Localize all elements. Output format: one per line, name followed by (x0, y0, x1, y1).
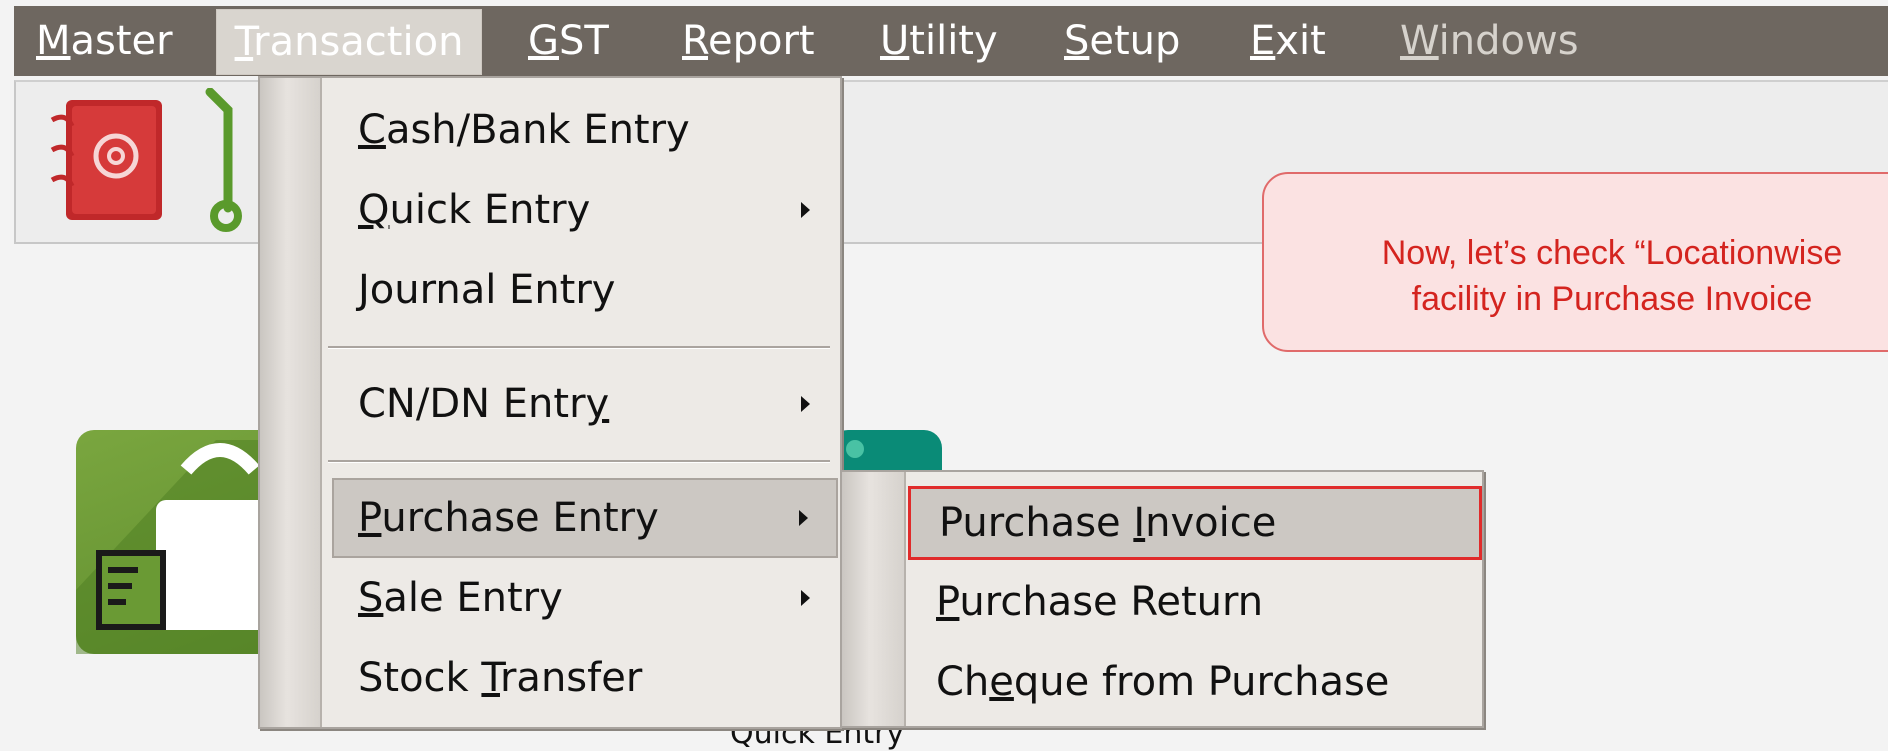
submenu-arrow-icon (799, 510, 808, 526)
menu-item-journal-entry[interactable]: Journal Entry (320, 254, 840, 326)
menu-transaction[interactable]: Transaction (216, 9, 482, 75)
menu-master[interactable]: Master (36, 16, 173, 66)
trolley-icon[interactable] (204, 87, 244, 242)
menu-item-cash-bank-entry[interactable]: Cash/Bank Entry (320, 94, 840, 166)
callout-line1: Now, let’s check “Locationwise (1381, 234, 1843, 272)
menu-item-purchase-invoice[interactable]: Purchase Invoice (908, 486, 1482, 560)
submenu-arrow-icon (801, 202, 810, 218)
menu-separator (328, 460, 830, 463)
menu-item-quick-entry[interactable]: Quick Entry (320, 174, 840, 246)
callout-box: Now, let’s check “Locationwise facility … (1262, 172, 1888, 352)
transaction-menu: Cash/Bank Entry Quick Entry Journal Entr… (258, 76, 842, 729)
address-book-icon[interactable] (42, 94, 170, 230)
menu-utility[interactable]: Utility (880, 16, 998, 66)
purchase-submenu: Purchase Invoice Purchase Return Cheque … (840, 470, 1484, 728)
quick-entry-tile[interactable] (830, 430, 942, 472)
menu-gst[interactable]: GST (528, 16, 609, 66)
menu-separator (328, 346, 830, 349)
menu-item-cn-dn-entry[interactable]: CN/DN Entry (320, 368, 840, 440)
tile-dot (846, 440, 864, 458)
callout-line2: facility in Purchase Invoice (1411, 280, 1813, 318)
menu-windows[interactable]: Windows (1400, 16, 1579, 66)
menu-item-cheque-from-purchase[interactable]: Cheque from Purchase (904, 646, 1482, 718)
menu-bar: Master Transaction GST Report Utility Se… (14, 6, 1888, 76)
menu-report[interactable]: Report (682, 16, 815, 66)
menu-item-purchase-return[interactable]: Purchase Return (904, 566, 1482, 638)
menu-item-purchase-entry[interactable]: Purchase Entry (332, 478, 838, 558)
submenu-arrow-icon (801, 590, 810, 606)
menu-setup[interactable]: Setup (1064, 16, 1180, 66)
menu-exit[interactable]: Exit (1250, 16, 1326, 66)
submenu-arrow-icon (801, 396, 810, 412)
menu-gutter (260, 78, 322, 727)
menu-item-sale-entry[interactable]: Sale Entry (320, 562, 840, 634)
menu-gutter (842, 472, 906, 726)
menu-item-stock-transfer[interactable]: Stock Transfer (320, 642, 840, 714)
